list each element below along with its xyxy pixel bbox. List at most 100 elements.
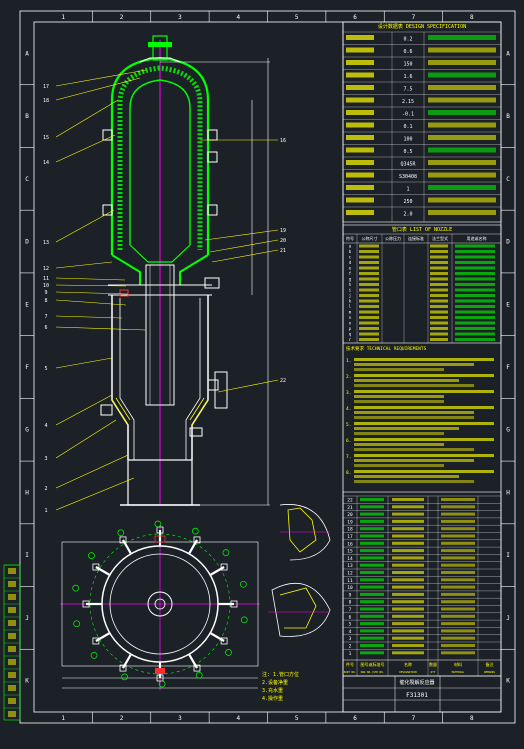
nozzle-col-header: 法兰型式 bbox=[432, 235, 448, 241]
plan-note: 注: 1.管口方位 bbox=[262, 671, 299, 678]
part-number: 19 bbox=[347, 519, 353, 525]
grid-row-label: F bbox=[25, 364, 29, 371]
spec-value: -0.1 bbox=[402, 112, 414, 118]
leader-label: 19 bbox=[280, 228, 286, 234]
leader-label: 11 bbox=[43, 276, 49, 282]
grid-row-label: C bbox=[25, 176, 29, 183]
part-number: 22 bbox=[347, 498, 353, 504]
title-block-name: 催化裂解反应器 bbox=[399, 679, 434, 686]
part-number: 16 bbox=[347, 541, 353, 547]
parts-footer-label: 数量 bbox=[429, 661, 437, 667]
part-number: 9 bbox=[349, 592, 352, 598]
part-number: 12 bbox=[347, 571, 353, 577]
part-number: 21 bbox=[347, 505, 353, 511]
parts-footer-label-en: DWG NO./STD NO. bbox=[361, 670, 384, 674]
grid-row-label: G bbox=[25, 427, 29, 434]
leader-label: 10 bbox=[43, 283, 49, 289]
grid-col-label: 8 bbox=[470, 14, 474, 21]
leader-label: 17 bbox=[43, 84, 49, 90]
leader-label: 1 bbox=[44, 508, 47, 514]
grid-row-label: A bbox=[506, 50, 510, 57]
grid-row-label: B bbox=[25, 113, 29, 120]
tech-note-index: 3. bbox=[346, 390, 351, 396]
plan-note: 3.充水重 bbox=[262, 687, 283, 694]
spec-value: 2.0 bbox=[403, 212, 412, 218]
spec-value: 0.5 bbox=[403, 149, 412, 155]
part-number: 2 bbox=[349, 644, 352, 650]
tech-note-index: 8. bbox=[346, 470, 351, 476]
parts-footer-label-en: DESIGNATION bbox=[399, 670, 417, 674]
grid-row-label: J bbox=[25, 615, 29, 622]
leader-label: 3 bbox=[44, 456, 47, 462]
grid-row-label: B bbox=[506, 113, 510, 120]
grid-col-label: 5 bbox=[295, 14, 299, 21]
part-number: 6 bbox=[349, 614, 352, 620]
part-number: 17 bbox=[347, 534, 353, 540]
parts-footer-label-en: QTY bbox=[431, 670, 436, 674]
leader-label: 20 bbox=[280, 238, 286, 244]
grid-row-label: D bbox=[506, 239, 510, 246]
tech-notes-heading: 技术要求 TECHNICAL REQUIREMENTS bbox=[346, 345, 427, 352]
parts-footer-label: 图号或标准号 bbox=[361, 661, 385, 667]
spec-value: 7.5 bbox=[403, 87, 412, 93]
grid-row-label: F bbox=[506, 364, 510, 371]
tech-note-index: 4. bbox=[346, 406, 351, 412]
spec-value: 1 bbox=[406, 187, 409, 193]
top-flange bbox=[148, 42, 172, 47]
part-number: 10 bbox=[347, 585, 353, 591]
leader-label: 22 bbox=[280, 378, 286, 384]
nozzle-col-header: 公称压力 bbox=[385, 235, 401, 241]
part-number: 4 bbox=[349, 629, 352, 635]
plan-note: 4.操作重 bbox=[262, 695, 283, 702]
part-number: 11 bbox=[347, 578, 353, 584]
part-number: 1 bbox=[349, 651, 352, 657]
grid-row-label: K bbox=[25, 678, 29, 685]
parts-footer-label: 名称 bbox=[404, 661, 412, 667]
leader-label: 21 bbox=[280, 248, 286, 254]
leader-label: 7 bbox=[44, 314, 47, 320]
grid-row-label: A bbox=[25, 50, 29, 57]
grid-col-label: 3 bbox=[178, 14, 182, 21]
grid-col-label: 1 bbox=[61, 715, 65, 722]
grid-col-label: 2 bbox=[120, 14, 124, 21]
parts-footer-label-en: MATERIAL bbox=[452, 670, 465, 674]
leader-label: 16 bbox=[280, 138, 286, 144]
leader-label: 2 bbox=[44, 486, 47, 492]
nozzle-mark: j bbox=[349, 293, 351, 298]
tech-note-index: 2. bbox=[346, 374, 351, 380]
grid-row-label: D bbox=[25, 239, 29, 246]
grid-row-label: H bbox=[506, 489, 510, 496]
grid-row-label: J bbox=[506, 615, 510, 622]
parts-footer-label: 件号 bbox=[346, 661, 354, 667]
leader-label: 8 bbox=[44, 298, 47, 304]
spec-value: 0.2 bbox=[403, 37, 412, 43]
grid-row-label: I bbox=[506, 552, 510, 559]
spec-value: S30408 bbox=[399, 174, 417, 180]
grid-col-label: 7 bbox=[412, 14, 416, 21]
leader-label: 12 bbox=[43, 266, 49, 272]
drawing-canvas: 1122334455667788AABBCCDDEEFFGGHHIIJJKK 1… bbox=[0, 0, 524, 745]
grid-row-label: G bbox=[506, 427, 510, 434]
leader-label: 4 bbox=[44, 423, 47, 429]
drawing-number: F31301 bbox=[406, 692, 428, 699]
nozzle-table-heading: 管口表 LIST OF NOZZLE bbox=[392, 226, 452, 233]
grid-row-label: I bbox=[25, 552, 29, 559]
grid-col-label: 8 bbox=[470, 715, 474, 722]
grid-row-label: E bbox=[25, 301, 29, 308]
grid-row-label: K bbox=[506, 678, 510, 685]
spec-value: Q345R bbox=[400, 162, 416, 168]
spec-value: 0.6 bbox=[403, 49, 412, 55]
nozzle-col-header: 用途或名称 bbox=[467, 235, 487, 241]
leader-label: 9 bbox=[44, 290, 47, 296]
nozzle-col-header: 连接标准 bbox=[408, 235, 424, 241]
leader-label: 14 bbox=[43, 160, 49, 166]
spec-value: 0.1 bbox=[403, 124, 412, 130]
leader-label: 15 bbox=[43, 135, 49, 141]
parts-footer-label-en: PART NO. bbox=[344, 670, 357, 674]
grid-col-label: 4 bbox=[237, 14, 241, 21]
tech-note-index: 1. bbox=[346, 358, 351, 364]
spec-table-heading: 设计数据表 DESIGN SPECIFICATION bbox=[378, 23, 466, 30]
part-number: 3 bbox=[349, 636, 352, 642]
leader-label: 18 bbox=[43, 98, 49, 104]
part-number: 20 bbox=[347, 512, 353, 518]
